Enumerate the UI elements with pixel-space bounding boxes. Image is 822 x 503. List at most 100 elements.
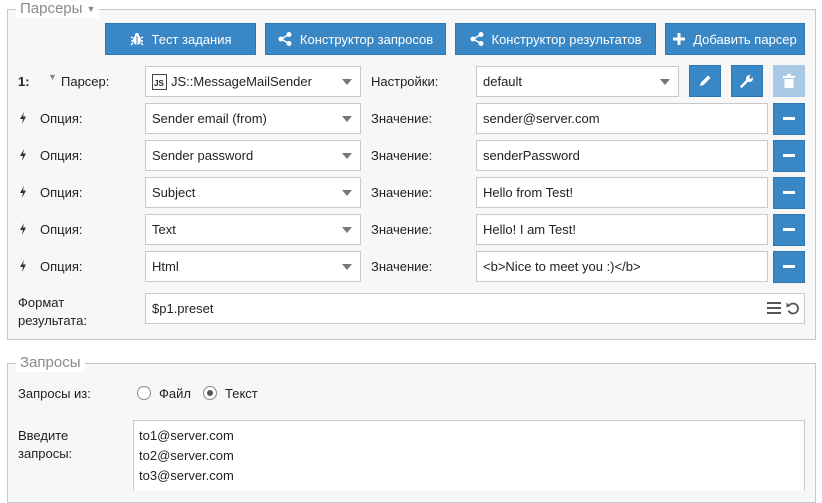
minus-icon	[783, 228, 795, 231]
option-select[interactable]: Sender password	[145, 140, 361, 171]
queries-source-label: Запросы из:	[18, 386, 91, 401]
minus-icon	[783, 265, 795, 268]
query-line: to2@server.com	[139, 448, 234, 463]
option-value: senderPassword	[483, 148, 580, 163]
radio-text[interactable]	[203, 386, 217, 400]
settings-select-value: default	[483, 74, 523, 89]
parser-label: Парсер:	[61, 74, 110, 89]
pencil-icon	[700, 75, 711, 86]
remove-option-button[interactable]	[773, 140, 805, 172]
caret-down-icon: ▼	[86, 4, 96, 14]
result-builder-label: Конструктор результатов	[491, 31, 642, 47]
remove-option-button[interactable]	[773, 251, 805, 283]
result-format-label-line1: Формат	[18, 295, 65, 310]
queries-legend: Запросы	[16, 354, 85, 372]
option-value-input[interactable]: Hello from Test!	[476, 177, 768, 208]
bolt-icon	[20, 186, 26, 198]
option-value-input[interactable]: sender@server.com	[476, 103, 768, 134]
plus-icon	[673, 33, 686, 45]
remove-option-button[interactable]	[773, 103, 805, 135]
queries-input-label-line2: запросы:	[18, 446, 73, 461]
settings-select[interactable]: default	[476, 66, 679, 97]
parsers-panel: Парсеры ▼	[7, 0, 816, 340]
option-select[interactable]: Subject	[145, 177, 361, 208]
query-builder-label: Конструктор запросов	[299, 31, 434, 47]
wrench-icon	[740, 75, 753, 88]
caret-down-icon[interactable]: ▼	[48, 72, 57, 82]
result-format-value: $p1.preset	[152, 301, 214, 316]
add-parser-button[interactable]: Добавить парсер	[665, 23, 805, 55]
radio-file-label[interactable]: Файл	[159, 386, 191, 401]
option-label: Опция:	[40, 259, 83, 274]
test-task-label: Тест задания	[151, 31, 232, 47]
settings-label: Настройки:	[371, 74, 439, 89]
add-parser-label: Добавить парсер	[693, 31, 797, 47]
bolt-icon	[20, 112, 26, 124]
delete-parser-button[interactable]	[773, 65, 805, 97]
queries-textarea[interactable]: to1@server.com to2@server.com to3@server…	[133, 420, 805, 491]
option-value: <b>Nice to meet you :)</b>	[483, 259, 641, 274]
parser-select-value: JS::MessageMailSender	[171, 74, 312, 89]
parser-index: 1:	[18, 74, 30, 89]
bug-icon	[130, 33, 143, 46]
bolt-icon	[20, 260, 26, 272]
option-value-input[interactable]: <b>Nice to meet you :)</b>	[476, 251, 768, 282]
value-label: Значение:	[371, 148, 433, 163]
option-select-value: Text	[152, 222, 176, 237]
radio-text-label[interactable]: Текст	[225, 386, 258, 401]
remove-option-button[interactable]	[773, 177, 805, 209]
radio-file[interactable]	[137, 386, 151, 400]
chevron-down-icon	[342, 116, 352, 122]
chevron-down-icon	[342, 153, 352, 159]
minus-icon	[783, 191, 795, 194]
query-line: to3@server.com	[139, 468, 234, 483]
query-builder-button[interactable]: Конструктор запросов	[265, 23, 446, 55]
test-task-button[interactable]: Тест задания	[105, 23, 256, 55]
option-select-value: Subject	[152, 185, 196, 200]
option-select-value: Html	[152, 259, 179, 274]
remove-option-button[interactable]	[773, 214, 805, 246]
option-label: Опция:	[40, 222, 83, 237]
chevron-down-icon	[342, 227, 352, 233]
option-value: Hello! I am Test!	[483, 222, 576, 237]
option-select-value: Sender email (from)	[152, 111, 267, 126]
parser-select[interactable]: JS JS::MessageMailSender	[145, 66, 361, 97]
option-value-input[interactable]: senderPassword	[476, 140, 768, 171]
bolt-icon	[20, 223, 26, 235]
chevron-down-icon	[342, 190, 352, 196]
value-label: Значение:	[371, 185, 433, 200]
queries-title: Запросы	[20, 354, 81, 371]
option-label: Опция:	[40, 185, 83, 200]
trash-icon	[783, 74, 795, 88]
js-badge-icon: JS	[152, 73, 167, 90]
value-label: Значение:	[371, 222, 433, 237]
option-select[interactable]: Text	[145, 214, 361, 245]
option-value-input[interactable]: Hello! I am Test!	[476, 214, 768, 245]
hamburger-icon[interactable]	[767, 302, 781, 314]
option-select[interactable]: Html	[145, 251, 361, 282]
result-builder-button[interactable]: Конструктор результатов	[455, 23, 656, 55]
result-format-input[interactable]: $p1.preset	[145, 293, 805, 324]
result-format-label-line2: результата:	[18, 313, 87, 328]
undo-icon[interactable]	[786, 301, 800, 315]
settings-button[interactable]	[731, 65, 763, 97]
parsers-legend[interactable]: Парсеры ▼	[16, 0, 100, 18]
option-label: Опция:	[40, 148, 83, 163]
option-select[interactable]: Sender email (from)	[145, 103, 361, 134]
value-label: Значение:	[371, 111, 433, 126]
share-icon	[278, 32, 292, 46]
edit-settings-button[interactable]	[689, 65, 721, 97]
option-value: Hello from Test!	[483, 185, 574, 200]
chevron-down-icon	[342, 264, 352, 270]
chevron-down-icon	[660, 79, 670, 85]
option-value: sender@server.com	[483, 111, 600, 126]
option-select-value: Sender password	[152, 148, 254, 163]
value-label: Значение:	[371, 259, 433, 274]
share-icon	[470, 32, 483, 46]
minus-icon	[783, 154, 795, 157]
parsers-title: Парсеры	[20, 0, 83, 17]
query-line: to1@server.com	[139, 428, 234, 443]
bolt-icon	[20, 149, 26, 161]
minus-icon	[783, 117, 795, 120]
chevron-down-icon	[342, 79, 352, 85]
